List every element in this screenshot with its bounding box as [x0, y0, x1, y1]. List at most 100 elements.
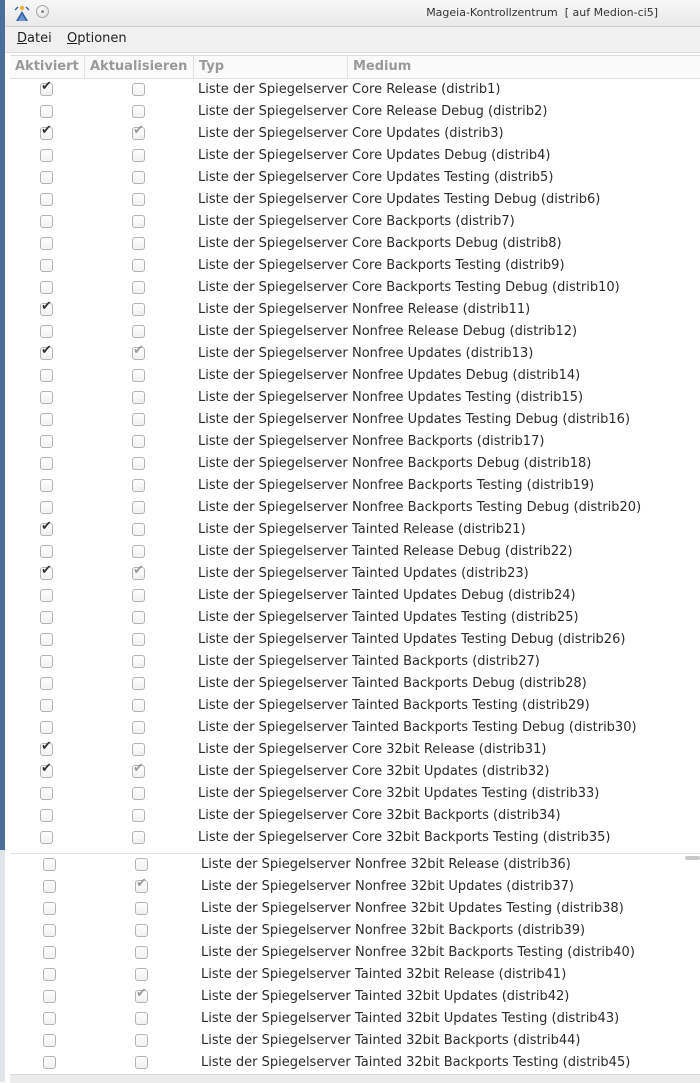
- table-row[interactable]: Liste der Spiegelserver Core Updates Debu…: [10, 145, 700, 167]
- enabled-checkbox[interactable]: [40, 215, 53, 228]
- enabled-checkbox[interactable]: [40, 237, 53, 250]
- enabled-checkbox[interactable]: [40, 761, 53, 778]
- enabled-checkbox[interactable]: [40, 519, 53, 536]
- update-checkbox[interactable]: [135, 946, 148, 959]
- table-row[interactable]: Liste der Spiegelserver Tainted 32bit Bac…: [13, 1030, 700, 1052]
- column-header-typ[interactable]: Typ: [194, 56, 348, 78]
- update-checkbox[interactable]: [132, 501, 145, 514]
- enabled-checkbox[interactable]: [40, 123, 53, 140]
- enabled-checkbox[interactable]: [40, 831, 53, 844]
- enabled-checkbox[interactable]: [40, 105, 53, 118]
- update-checkbox[interactable]: [132, 831, 145, 844]
- table-row[interactable]: Liste der Spiegelserver Tainted 32bit Upd…: [13, 986, 700, 1008]
- update-checkbox[interactable]: [135, 1012, 148, 1025]
- enabled-checkbox[interactable]: [40, 369, 53, 382]
- update-checkbox[interactable]: [132, 413, 145, 426]
- enabled-checkbox[interactable]: [43, 924, 56, 937]
- enabled-checkbox[interactable]: [40, 633, 53, 646]
- enabled-checkbox[interactable]: [40, 171, 53, 184]
- update-checkbox[interactable]: [135, 1056, 148, 1069]
- table-row[interactable]: Liste der Spiegelserver Nonfree Backports…: [10, 453, 700, 475]
- update-checkbox[interactable]: [132, 545, 145, 558]
- update-checkbox[interactable]: [135, 924, 148, 937]
- table-row[interactable]: Liste der Spiegelserver Core 32bit Backpo…: [10, 827, 700, 849]
- table-row[interactable]: Liste der Spiegelserver Nonfree 32bit Bac…: [13, 920, 700, 942]
- update-checkbox[interactable]: [132, 809, 145, 822]
- update-checkbox[interactable]: [132, 281, 145, 294]
- enabled-checkbox[interactable]: [40, 677, 53, 690]
- table-row[interactable]: Liste der Spiegelserver Tainted Backports…: [10, 673, 700, 695]
- update-checkbox[interactable]: [132, 325, 145, 338]
- table-row[interactable]: Liste der Spiegelserver Core 32bit Update…: [10, 783, 700, 805]
- update-checkbox[interactable]: [132, 457, 145, 470]
- table-row[interactable]: Liste der Spiegelserver Nonfree 32bit Bac…: [13, 942, 700, 964]
- enabled-checkbox[interactable]: [40, 259, 53, 272]
- table-row[interactable]: Liste der Spiegelserver Core 32bit Releas…: [10, 739, 700, 761]
- enabled-checkbox[interactable]: [40, 413, 53, 426]
- enabled-checkbox[interactable]: [40, 545, 53, 558]
- enabled-checkbox[interactable]: [40, 435, 53, 448]
- table-row[interactable]: Liste der Spiegelserver Tainted Updates (…: [10, 563, 700, 585]
- update-checkbox[interactable]: [132, 633, 145, 646]
- table-row[interactable]: Liste der Spiegelserver Tainted Updates T…: [10, 629, 700, 651]
- update-checkbox[interactable]: [132, 523, 145, 536]
- enabled-checkbox[interactable]: [40, 193, 53, 206]
- table-row[interactable]: Liste der Spiegelserver Nonfree Updates (…: [10, 343, 700, 365]
- table-row[interactable]: Liste der Spiegelserver Core Backports (d…: [10, 211, 700, 233]
- enabled-checkbox[interactable]: [43, 1012, 56, 1025]
- table-row[interactable]: Liste der Spiegelserver Nonfree 32bit Upd…: [13, 876, 700, 898]
- menu-optionen[interactable]: Optionen: [67, 31, 127, 46]
- table-row[interactable]: Liste der Spiegelserver Tainted Release (…: [10, 519, 700, 541]
- table-row[interactable]: Liste der Spiegelserver Tainted Backports…: [10, 651, 700, 673]
- table-row[interactable]: Liste der Spiegelserver Core Backports Te…: [10, 277, 700, 299]
- table-row[interactable]: Liste der Spiegelserver Tainted 32bit Upd…: [13, 1008, 700, 1030]
- table-row[interactable]: Liste der Spiegelserver Core 32bit Backpo…: [10, 805, 700, 827]
- table-row[interactable]: Liste der Spiegelserver Nonfree Release D…: [10, 321, 700, 343]
- table-row[interactable]: Liste der Spiegelserver Nonfree Updates T…: [10, 387, 700, 409]
- enabled-checkbox[interactable]: [40, 457, 53, 470]
- update-checkbox[interactable]: [135, 902, 148, 915]
- enabled-checkbox[interactable]: [40, 721, 53, 734]
- enabled-checkbox[interactable]: [40, 655, 53, 668]
- enabled-checkbox[interactable]: [40, 739, 53, 756]
- update-checkbox[interactable]: [132, 479, 145, 492]
- update-checkbox[interactable]: [132, 171, 145, 184]
- table-row[interactable]: Liste der Spiegelserver Nonfree Backports…: [10, 497, 700, 519]
- enabled-checkbox[interactable]: [43, 968, 56, 981]
- enabled-checkbox[interactable]: [40, 787, 53, 800]
- enabled-checkbox[interactable]: [40, 281, 53, 294]
- table-row[interactable]: Liste der Spiegelserver Core Updates Test…: [10, 189, 700, 211]
- update-checkbox[interactable]: [132, 343, 145, 360]
- update-checkbox[interactable]: [132, 149, 145, 162]
- column-header-medium[interactable]: Medium: [348, 56, 700, 78]
- table-row[interactable]: Liste der Spiegelserver Nonfree Updates T…: [10, 409, 700, 431]
- enabled-checkbox[interactable]: [40, 809, 53, 822]
- update-checkbox[interactable]: [132, 699, 145, 712]
- title-bar[interactable]: Mageia-Kontrollzentrum [ auf Medion-ci5]: [5, 0, 700, 27]
- update-checkbox[interactable]: [135, 858, 148, 871]
- enabled-checkbox[interactable]: [40, 391, 53, 404]
- table-row[interactable]: Liste der Spiegelserver Tainted Backports…: [10, 717, 700, 739]
- update-checkbox[interactable]: [132, 655, 145, 668]
- menu-datei[interactable]: Datei: [17, 31, 52, 46]
- table-row[interactable]: Liste der Spiegelserver Core Updates (dis…: [10, 123, 700, 145]
- table-row[interactable]: Liste der Spiegelserver Core 32bit Update…: [10, 761, 700, 783]
- table-row[interactable]: Liste der Spiegelserver Nonfree 32bit Rel…: [13, 854, 700, 876]
- table-row[interactable]: Liste der Spiegelserver Nonfree Backports…: [10, 431, 700, 453]
- update-checkbox[interactable]: [132, 193, 145, 206]
- update-checkbox[interactable]: [132, 435, 145, 448]
- update-checkbox[interactable]: [132, 611, 145, 624]
- update-checkbox[interactable]: [132, 743, 145, 756]
- enabled-checkbox[interactable]: [43, 946, 56, 959]
- update-checkbox[interactable]: [132, 761, 145, 778]
- update-checkbox[interactable]: [132, 83, 145, 96]
- enabled-checkbox[interactable]: [40, 611, 53, 624]
- enabled-checkbox[interactable]: [43, 858, 56, 871]
- enabled-checkbox[interactable]: [40, 299, 53, 316]
- table-row[interactable]: Liste der Spiegelserver Tainted 32bit Rel…: [13, 964, 700, 986]
- window-menu-button[interactable]: [36, 5, 49, 18]
- enabled-checkbox[interactable]: [40, 479, 53, 492]
- update-checkbox[interactable]: [132, 677, 145, 690]
- table-row[interactable]: Liste der Spiegelserver Nonfree Updates D…: [10, 365, 700, 387]
- enabled-checkbox[interactable]: [40, 325, 53, 338]
